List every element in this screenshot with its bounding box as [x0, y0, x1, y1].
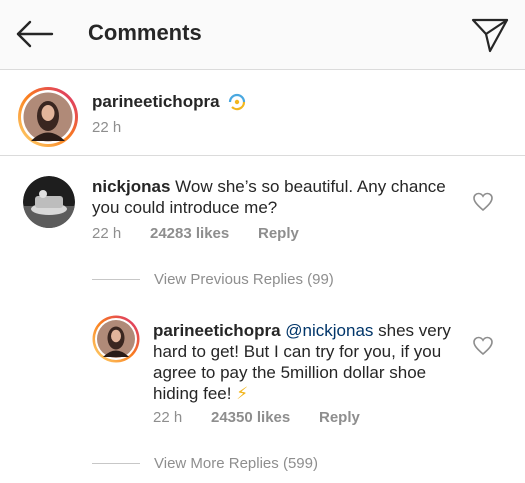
reply-text-line1: shes very — [373, 321, 451, 340]
avatar[interactable] — [23, 176, 75, 228]
paper-plane-icon — [471, 18, 509, 53]
likes-count: 24350 likes — [211, 409, 291, 426]
like-button[interactable] — [472, 335, 494, 357]
reply-button[interactable]: Reply — [319, 409, 360, 426]
caption-timestamp: 22 h — [92, 119, 122, 136]
back-button[interactable] — [12, 14, 56, 54]
reply-text-line4: hiding fee! — [153, 384, 232, 403]
comment-likes[interactable]: 24283 likes — [150, 225, 229, 242]
comment-username[interactable]: nickjonas — [92, 177, 170, 196]
like-button[interactable] — [472, 191, 494, 213]
likes-count: 24283 likes — [150, 225, 230, 242]
avatar[interactable] — [17, 86, 79, 148]
heart-icon — [473, 336, 493, 356]
divider-line — [92, 279, 140, 280]
app-header: Comments — [0, 0, 525, 70]
mention-link[interactable]: @nickjonas — [285, 321, 373, 340]
reply-username[interactable]: parineetichopra — [153, 321, 281, 340]
sparkle-emoji-icon — [228, 93, 245, 111]
comment-text-line1: Wow she’s so beautiful. Any chance — [175, 177, 446, 196]
reply-text-line2: hard to get! But I can try for you, if y… — [153, 342, 442, 361]
reply-timestamp: 22 h — [153, 409, 183, 426]
lightning-emoji-icon: ⚡ — [236, 384, 249, 403]
post-caption: parineetichopra 22 h — [0, 70, 525, 156]
caption-header: parineetichopra — [92, 92, 248, 112]
reply-label: Reply — [258, 225, 299, 242]
divider-line — [92, 463, 140, 464]
reply-body: parineetichopra @nickjonas shes very har… — [153, 320, 451, 404]
reply-likes[interactable]: 24350 likes — [211, 409, 290, 426]
view-previous-replies-label: View Previous Replies (99) — [154, 271, 334, 288]
arrow-left-icon — [16, 20, 54, 48]
page-title: Comments — [88, 20, 202, 45]
caption-username[interactable]: parineetichopra — [92, 92, 220, 112]
reply-text-line3: agree to pay the 5million dollar shoe — [153, 363, 427, 382]
reply-button[interactable]: Reply — [258, 225, 299, 242]
view-more-replies-label: View More Replies (599) — [154, 455, 318, 472]
heart-icon — [473, 192, 493, 212]
share-button[interactable] — [468, 12, 512, 56]
view-previous-replies-button[interactable]: View Previous Replies (99) — [92, 271, 334, 288]
comment-text-line2: you could introduce me? — [92, 198, 278, 217]
avatar[interactable] — [92, 315, 140, 363]
view-more-replies-button[interactable]: View More Replies (599) — [92, 455, 318, 472]
comment-body: nickjonas Wow she’s so beautiful. Any ch… — [92, 176, 446, 218]
reply-label: Reply — [319, 409, 360, 426]
comment-timestamp: 22 h — [92, 225, 122, 242]
